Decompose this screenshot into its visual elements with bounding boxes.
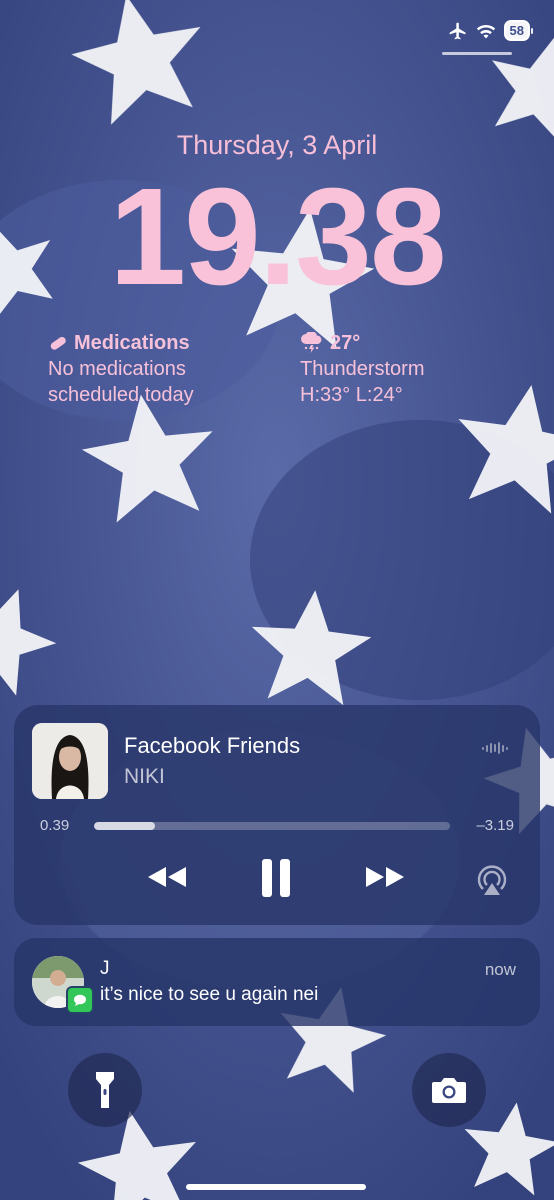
fast-forward-icon [366,867,404,887]
album-art-image [32,723,108,799]
weather-range: H:33° L:24° [300,384,403,406]
status-underline [442,52,512,55]
pause-button[interactable] [258,857,296,904]
wifi-icon [476,24,495,38]
waveform-icon [482,742,508,754]
medications-widget[interactable]: Medications No medications scheduled tod… [48,330,268,408]
notification-message: it’s nice to see u again nei [100,984,319,1005]
medications-title: Medications [74,332,190,354]
weather-widget[interactable]: 27° Thunderstorm H:33° L:24° [300,330,500,408]
pause-icon [262,859,290,897]
album-art[interactable] [32,723,108,799]
thunderstorm-icon [301,332,322,353]
messages-icon [66,986,94,1014]
weather-condition: Thunderstorm [300,358,425,380]
progress-scrubber[interactable] [94,822,450,830]
remaining-time: –3.19 [476,817,514,834]
airplay-button[interactable] [474,861,510,902]
status-bar: 58 [448,20,534,41]
notification-sender: J [100,958,110,979]
medications-line1: No medications [48,358,186,380]
rewind-icon [148,867,186,887]
weather-temp: 27° [330,332,361,354]
airplay-icon [477,865,507,895]
rewind-button[interactable] [144,863,190,896]
progress-fill [94,822,155,830]
notification-time: now [484,960,516,979]
camera-icon [432,1078,466,1103]
battery-indicator: 58 [503,20,534,41]
lock-date: Thursday, 3 April [176,130,378,160]
pill-icon [50,336,66,350]
track-title: Facebook Friends [124,733,301,758]
medications-line2: scheduled today [48,384,194,406]
track-artist: NIKI [124,765,165,788]
fast-forward-button[interactable] [362,863,408,896]
message-notification[interactable]: J now it’s nice to see u again nei [14,938,540,1026]
elapsed-time: 0.39 [40,817,70,834]
home-indicator[interactable] [186,1184,366,1190]
camera-button[interactable] [412,1053,486,1127]
lock-time: 19.38 [109,160,446,314]
flashlight-button[interactable] [68,1053,142,1127]
flashlight-icon [96,1072,114,1108]
now-playing-card[interactable]: Facebook Friends NIKI 0.39 –3.19 [14,705,540,925]
airplane-icon [449,22,466,39]
